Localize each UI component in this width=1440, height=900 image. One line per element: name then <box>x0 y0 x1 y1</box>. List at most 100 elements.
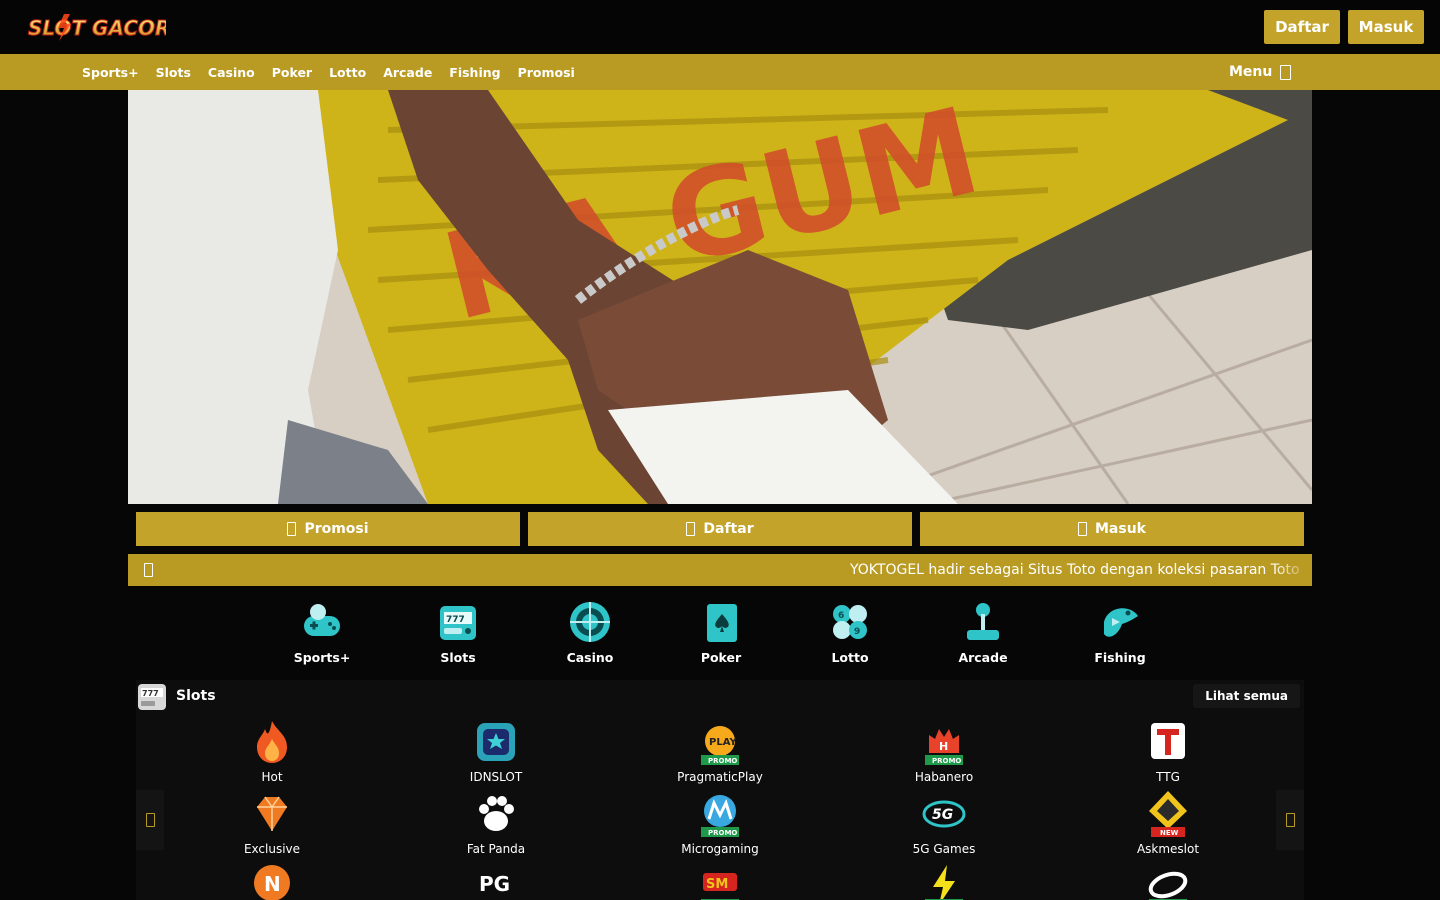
banner-photo: KA GUM <box>128 90 1312 504</box>
category-lotto[interactable]: 6 9 Lotto <box>800 598 900 665</box>
carousel-prev-button[interactable] <box>136 790 164 850</box>
category-poker[interactable]: Poker <box>671 598 771 665</box>
svg-text:H: H <box>939 740 948 753</box>
slots-panel: 777 Slots Lihat semua Hot IDNSLOT PLAY P… <box>136 680 1304 900</box>
game-idnslot-label: IDNSLOT <box>469 770 523 784</box>
sign-in-icon <box>1078 522 1087 536</box>
swirl-logo-icon <box>1148 871 1188 900</box>
register-action-label: Daftar <box>703 521 754 537</box>
svg-text:777: 777 <box>446 615 465 625</box>
svg-text:5G: 5G <box>932 807 953 823</box>
chevron-right-icon <box>1285 813 1295 827</box>
playing-card-icon <box>707 604 737 642</box>
category-lotto-label: Lotto <box>831 650 869 665</box>
n-logo-icon: N <box>254 865 290 900</box>
game-microgaming-label: Microgaming <box>681 842 759 856</box>
microgaming-icon: PROMO <box>701 795 739 837</box>
ticker-text: YOKTOGEL hadir sebagai Situs Toto dengan… <box>850 562 1300 578</box>
pg-soft-icon: PG <box>479 872 510 896</box>
game-fatpanda[interactable]: Fat Panda <box>421 789 571 856</box>
game-askmeslot-label: Askmeslot <box>1136 842 1200 856</box>
game-spade-gaming[interactable]: SM <box>645 861 795 900</box>
register-action-button[interactable]: Daftar <box>528 512 912 546</box>
svg-text:9: 9 <box>854 627 860 637</box>
nav-item-casino[interactable]: Casino <box>208 65 255 80</box>
pragmatic-play-icon: PLAY PROMO <box>701 726 739 765</box>
nav-item-promosi[interactable]: Promosi <box>518 65 575 80</box>
menu-icon <box>1280 64 1292 80</box>
login-action-button[interactable]: Masuk <box>920 512 1304 546</box>
game-idnslot[interactable]: IDNSLOT <box>421 717 571 784</box>
new-badge: NEW <box>1160 829 1179 837</box>
paw-icon <box>479 796 514 831</box>
category-arcade[interactable]: Arcade <box>933 598 1033 665</box>
askmeslot-icon: NEW <box>1149 791 1187 837</box>
game-ttg-label: TTG <box>1156 770 1180 784</box>
roulette-icon <box>570 602 610 642</box>
login-button[interactable]: Masuk <box>1348 10 1424 44</box>
lotto-balls-icon: 6 9 <box>833 605 867 639</box>
site-logo[interactable]: SLOT GACOR <box>24 10 166 44</box>
game-askmeslot[interactable]: NEW Askmeslot <box>1093 789 1243 856</box>
gift-icon <box>287 522 297 536</box>
slots-panel-header: 777 Slots <box>136 680 216 712</box>
promo-button[interactable]: Promosi <box>136 512 520 546</box>
nav-item-fishing[interactable]: Fishing <box>449 65 500 80</box>
slot-machine-icon: 777 <box>440 606 476 640</box>
game-hot[interactable]: Hot <box>197 717 347 784</box>
game-hot-label: Hot <box>261 770 283 784</box>
game-fatpanda-label: Fat Panda <box>466 842 526 856</box>
logo-text: SLOT GACOR <box>28 16 166 40</box>
svg-text:PG: PG <box>479 872 510 896</box>
nav-item-sports[interactable]: Sports+ <box>82 65 139 80</box>
game-exclusive-label: Exclusive <box>243 842 301 856</box>
login-action-label: Masuk <box>1095 521 1146 537</box>
category-sports-label: Sports+ <box>293 650 351 665</box>
menu-button[interactable]: Menu <box>1229 54 1292 90</box>
ticker-fade <box>1272 554 1312 586</box>
game-5ggames[interactable]: 5G 5G Games <box>869 789 1019 856</box>
game-n-provider[interactable]: N <box>197 861 347 900</box>
category-casino-label: Casino <box>566 650 614 665</box>
game-microgaming[interactable]: PROMO Microgaming <box>645 789 795 856</box>
category-fishing[interactable]: Fishing <box>1070 598 1170 665</box>
announcement-ticker: YOKTOGEL hadir sebagai Situs Toto dengan… <box>128 554 1312 586</box>
lightning-icon <box>925 865 963 900</box>
slots-panel-title: Slots <box>176 688 216 704</box>
svg-text:N: N <box>264 872 281 896</box>
main-nav: Sports+ Slots Casino Poker Lotto Arcade … <box>0 54 1440 90</box>
game-swirl-provider[interactable] <box>1093 861 1243 900</box>
megaphone-icon <box>144 563 153 577</box>
fire-icon <box>257 721 287 763</box>
carousel-next-button[interactable] <box>1276 790 1304 850</box>
see-all-button[interactable]: Lihat semua <box>1193 684 1300 708</box>
category-casino[interactable]: Casino <box>540 598 640 665</box>
hero-banner[interactable]: KA GUM <box>128 90 1312 504</box>
game-exclusive[interactable]: Exclusive <box>197 789 347 856</box>
ttg-icon <box>1151 723 1185 759</box>
logo-graphic: SLOT GACOR <box>28 14 166 41</box>
game-lightning[interactable] <box>869 861 1019 900</box>
category-fishing-label: Fishing <box>1094 650 1146 665</box>
promo-button-label: Promosi <box>304 521 369 537</box>
nav-item-lotto[interactable]: Lotto <box>329 65 366 80</box>
promo-badge: PROMO <box>932 757 961 765</box>
quick-actions: Promosi Daftar Masuk <box>136 512 1304 546</box>
nav-item-slots[interactable]: Slots <box>156 65 191 80</box>
nav-item-arcade[interactable]: Arcade <box>383 65 432 80</box>
nav-item-poker[interactable]: Poker <box>272 65 312 80</box>
game-pg-soft[interactable]: PG <box>421 861 571 900</box>
idnslot-icon <box>477 723 515 761</box>
svg-text:777: 777 <box>142 689 159 698</box>
game-ttg[interactable]: TTG <box>1093 717 1243 784</box>
register-button[interactable]: Daftar <box>1264 10 1340 44</box>
fish-icon <box>1104 608 1138 637</box>
game-pragmaticplay[interactable]: PLAY PROMO PragmaticPlay <box>645 717 795 784</box>
svg-text:6: 6 <box>838 611 844 621</box>
svg-text:PLAY: PLAY <box>709 737 737 748</box>
game-habanero[interactable]: H PROMO Habanero <box>869 717 1019 784</box>
5g-games-icon: 5G <box>922 800 966 828</box>
category-sports[interactable]: Sports+ <box>272 598 372 665</box>
category-slots[interactable]: 777 Slots <box>408 598 508 665</box>
game-5ggames-label: 5G Games <box>912 842 976 856</box>
